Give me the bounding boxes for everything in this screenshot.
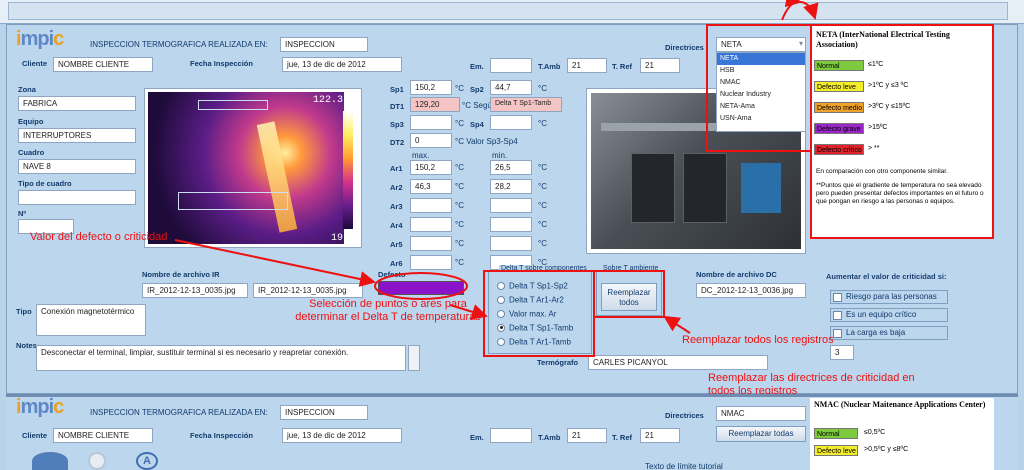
nmac-level-2: Defecto leve (814, 445, 858, 456)
nmac-level-normal-desc: ≤0,5ºC (864, 429, 886, 436)
directrices-label-2: Directrices (665, 411, 704, 420)
arrow-valor (174, 239, 376, 287)
tref-field-2[interactable]: 21 (640, 428, 680, 443)
tamb-field-2[interactable]: 21 (567, 428, 607, 443)
arrow-seleccion (449, 304, 488, 320)
directrices-select-2[interactable]: NMAC (716, 406, 806, 421)
nmac-level-normal: Normal (814, 428, 858, 439)
impic-logo-2: impic (16, 396, 64, 418)
search-icon[interactable] (88, 452, 106, 470)
nmac-criteria-panel: NMAC (Nuclear Maitenance Applications Ce… (810, 398, 994, 470)
nmac-level-2-desc: >0,5ºC y ≤8ºC (864, 446, 909, 453)
footer-text: Texto de límite tutorial (645, 462, 723, 470)
tamb-label-2: T.Amb (538, 433, 561, 442)
fecha-field-2[interactable]: jue, 13 de dic de 2012 (282, 428, 402, 443)
delta-group-highlight (483, 270, 595, 357)
em-field-2[interactable] (490, 428, 532, 443)
client-label-2: Cliente (22, 431, 48, 440)
nmac-title: NMAC (Nuclear Maitenance Applications Ce… (814, 400, 986, 409)
em-label-2: Em. (470, 433, 484, 442)
arrow-reemplazar (663, 315, 691, 334)
reemplazar-todas-button[interactable]: Reemplazar todas (716, 426, 806, 442)
client-field-2[interactable]: NOMBRE CLIENTE (53, 428, 153, 443)
tref-label-2: T. Ref (612, 433, 633, 442)
fecha-label-2: Fecha Inspección (190, 431, 253, 440)
arrow-top-2 (799, 1, 819, 20)
record-title-2: INSPECCION TERMOGRAFICA REALIZADA EN: (90, 408, 268, 417)
reemplazar-highlight (593, 270, 665, 318)
info-icon[interactable]: A (136, 452, 158, 470)
record-title-field-2[interactable]: INSPECCION (280, 405, 368, 420)
defecto-highlight-ellipse (374, 272, 468, 300)
arrow-top-1 (781, 0, 802, 21)
back-arrow-icon[interactable] (32, 452, 68, 470)
